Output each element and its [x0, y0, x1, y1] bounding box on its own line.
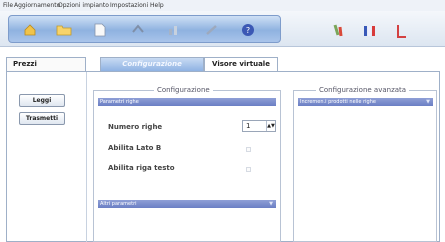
configurazione-avanzata-title: Configurazione avanzata [316, 86, 410, 94]
trasmetti-button[interactable]: Trasmetti [19, 112, 65, 125]
parametri-righe-label: Parametri righe [100, 99, 139, 105]
menu-help[interactable]: Help [150, 2, 164, 9]
abilita-lato-b-checkbox[interactable] [246, 147, 251, 152]
toolbar: ? [0, 11, 445, 47]
help-icon[interactable]: ? [237, 20, 259, 40]
stepper-arrows-icon[interactable]: ▲▼ [266, 121, 275, 131]
chart-icon[interactable] [163, 20, 185, 40]
expand-arrow-icon: ▼ [269, 201, 273, 207]
toolbar-strip: ? [8, 15, 281, 43]
numero-righe-value: 1 [246, 122, 251, 130]
menu-opzioni-impianto[interactable]: Opzioni impianto [58, 2, 109, 9]
french-flag-icon[interactable] [358, 20, 382, 42]
altri-parametri-label: Altri parametri [100, 201, 137, 207]
document-icon[interactable] [89, 20, 111, 40]
home-icon[interactable] [19, 20, 41, 40]
sync-icon[interactable] [127, 20, 149, 40]
italian-flag-icon[interactable] [328, 20, 352, 42]
folder-icon[interactable] [53, 20, 75, 40]
configurazione-title: Configurazione [154, 86, 213, 94]
content-panel: Leggi Trasmetti Configurazione Parametri… [6, 71, 440, 242]
configurazione-group: Configurazione Parametri righe Numero ri… [93, 86, 281, 242]
svg-text:?: ? [246, 26, 250, 35]
expand-arrow-icon: ▼ [426, 99, 430, 105]
numero-righe-label: Numero righe [108, 123, 163, 131]
menu-impostazioni[interactable]: Impostazioni [110, 2, 148, 9]
menu-aggiornamento[interactable]: Aggiornamento [14, 2, 60, 9]
actions-column: Leggi Trasmetti [7, 72, 87, 242]
menu-bar: File Aggiornamento Opzioni impianto Impo… [0, 0, 445, 11]
incrementi-prodotti-header[interactable]: Incremen.i prodotti nelle righe ▼ [298, 98, 433, 106]
abilita-lato-b-label: Abilita Lato B [108, 144, 162, 152]
parametri-righe-header[interactable]: Parametri righe [98, 98, 276, 106]
abilita-riga-testo-checkbox[interactable] [246, 167, 251, 172]
english-flag-icon[interactable] [390, 20, 414, 42]
tab-prezzi[interactable]: Prezzi [6, 57, 86, 71]
altri-parametri-header[interactable]: Altri parametri ▼ [98, 200, 276, 208]
incrementi-prodotti-label: Incremen.i prodotti nelle righe [300, 99, 376, 105]
tab-visore-virtuale[interactable]: Visore virtuale [204, 57, 278, 71]
tab-configurazione[interactable]: Configurazione [100, 57, 204, 71]
tools-icon[interactable] [201, 20, 223, 40]
main-area: Prezzi Configurazione Visore virtuale Le… [0, 57, 445, 242]
menu-file[interactable]: File [3, 2, 13, 9]
configurazione-avanzata-group: Configurazione avanzata Incremen.i prodo… [293, 86, 437, 242]
abilita-riga-testo-label: Abilita riga testo [108, 164, 175, 172]
leggi-button[interactable]: Leggi [19, 94, 65, 107]
numero-righe-stepper[interactable]: 1 ▲▼ [242, 120, 276, 132]
